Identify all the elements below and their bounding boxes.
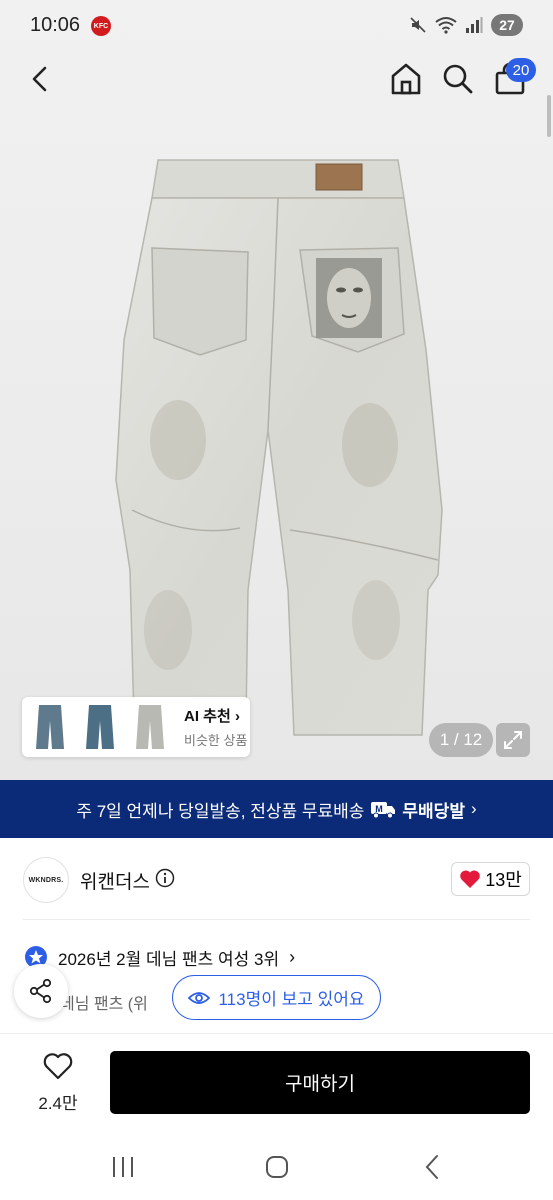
signal-icon [466, 17, 483, 33]
cart-count-badge: 20 [506, 58, 536, 82]
ai-recommend-title: AI 추천 [184, 708, 231, 725]
category-text[interactable]: 데님 팬츠 (위 [60, 990, 148, 1014]
ranking-text: 2026년 2월 데님 팬츠 여성 3위 [58, 949, 280, 969]
share-button[interactable] [14, 964, 68, 1018]
product-image [115, 159, 443, 736]
status-bar: 10:06 KFC 27 [0, 0, 553, 52]
svg-text:M: M [376, 804, 384, 814]
back-icon[interactable] [26, 63, 54, 95]
heart-icon [460, 870, 480, 888]
jeans-thumbnail-icon [36, 705, 64, 749]
info-icon[interactable] [155, 868, 175, 888]
top-nav [0, 55, 553, 105]
wishlist-button[interactable]: 2.4만 [30, 1052, 86, 1114]
search-icon[interactable] [442, 63, 474, 95]
recent-apps-icon[interactable] [111, 1156, 135, 1178]
banner-brand: 무배당발 [402, 801, 465, 821]
kfc-app-icon: KFC [91, 16, 111, 36]
bottom-action-bar: 2.4만 구매하기 [0, 1033, 553, 1129]
similar-items-strip[interactable]: AI 추천 › 비슷한 상품 [22, 697, 250, 757]
mute-icon [410, 17, 426, 33]
brand-name[interactable]: 위캔더스 [80, 867, 150, 894]
brand-row[interactable]: WKNDRS. 위캔더스 13만 [0, 850, 553, 912]
brand-logo[interactable]: WKNDRS. [23, 857, 69, 903]
chevron-right-icon: › [289, 946, 296, 967]
share-icon [29, 978, 52, 1004]
wishlist-count: 2.4만 [38, 1094, 78, 1113]
image-counter: 1 / 12 [429, 723, 493, 757]
ai-recommend-subtitle: 비슷한 상품 [184, 733, 248, 748]
system-back-icon[interactable] [424, 1154, 440, 1180]
thumbnail-1[interactable] [28, 701, 72, 753]
expand-icon [504, 731, 522, 749]
banner-text: 주 7일 언제나 당일발송, 전상품 무료배송 [76, 801, 365, 821]
status-time: 10:06 [30, 14, 81, 36]
heart-outline-icon [43, 1053, 73, 1080]
home-icon[interactable] [389, 61, 423, 97]
thumbnail-2[interactable] [78, 701, 122, 753]
system-navigation-bar [0, 1130, 553, 1200]
buy-button[interactable]: 구매하기 [110, 1051, 530, 1114]
product-image-gallery[interactable]: 10:06 KFC 27 20 AI 추천 › 비슷한 상품 1 / 12 [0, 0, 553, 780]
battery-indicator: 27 [491, 14, 523, 36]
eye-icon [188, 991, 211, 1004]
thumbnail-3[interactable] [128, 701, 172, 753]
jeans-thumbnail-icon [136, 705, 164, 749]
chevron-right-icon: › [470, 799, 477, 818]
ai-recommend[interactable]: AI 추천 › 비슷한 상품 [184, 705, 247, 749]
chevron-right-icon: › [234, 708, 240, 725]
viewers-pill: 113명이 보고 있어요 [172, 975, 381, 1020]
delivery-banner[interactable]: 주 7일 언제나 당일발송, 전상품 무료배송 M 무배당발 › [0, 780, 553, 838]
home-button-icon[interactable] [265, 1155, 289, 1179]
delivery-truck-icon: M [370, 799, 396, 819]
scrollbar[interactable] [547, 95, 551, 137]
expand-button[interactable] [496, 723, 530, 757]
viewers-text: 113명이 보고 있어요 [218, 990, 365, 1009]
brand-like-button[interactable]: 13만 [451, 862, 530, 896]
divider [23, 919, 530, 920]
ranking-row[interactable]: 2026년 2월 데님 팬츠 여성 3위 › [24, 944, 295, 970]
jeans-thumbnail-icon [86, 705, 114, 749]
status-icons: 27 [409, 14, 523, 36]
wifi-icon [435, 17, 457, 34]
brand-like-count: 13만 [485, 870, 522, 890]
